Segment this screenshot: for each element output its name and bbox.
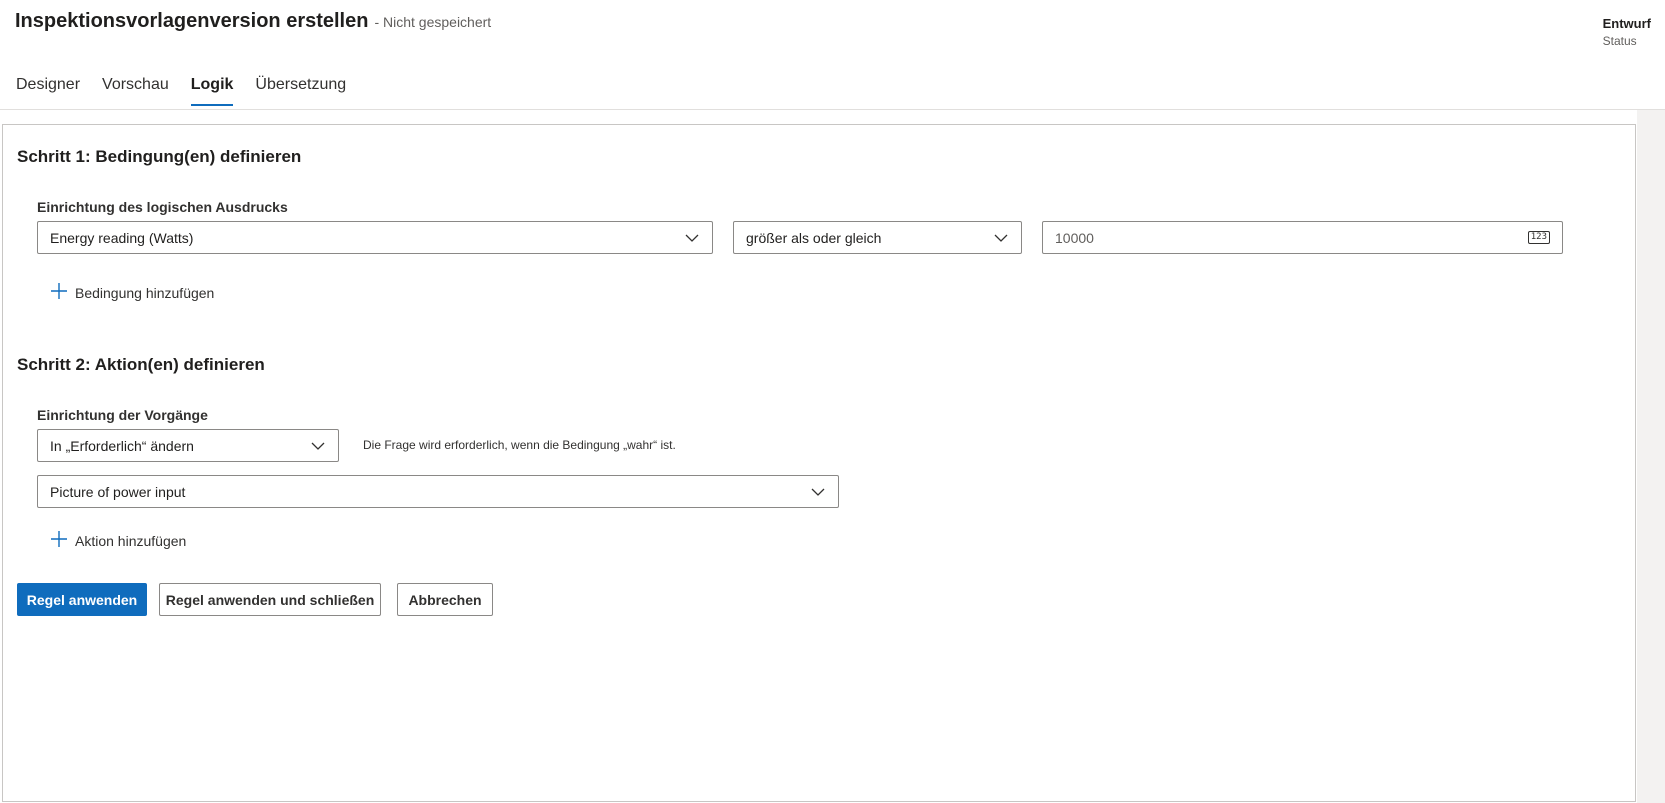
page-header: Inspektionsvorlagenversion erstellen - Ni… bbox=[0, 0, 1665, 110]
tab-logic[interactable]: Logik bbox=[190, 74, 234, 106]
question-dropdown-value: Energy reading (Watts) bbox=[50, 229, 194, 246]
page-title-text: Inspektionsvorlagenversion erstellen bbox=[15, 10, 369, 32]
status-label: Status bbox=[1602, 34, 1637, 48]
step1-title: Schritt 1: Bedingung(en) definieren bbox=[17, 147, 302, 166]
save-status: - Nicht gespeichert bbox=[374, 14, 492, 30]
add-icon bbox=[51, 283, 67, 302]
add-icon bbox=[51, 531, 67, 550]
action-helper-text: Die Frage wird erforderlich, wenn die Be… bbox=[363, 438, 676, 452]
apply-and-close-button[interactable]: Regel anwenden und schließen bbox=[159, 583, 381, 616]
step2-field-label: Einrichtung der Vorgänge bbox=[37, 407, 208, 423]
chevron-down-icon bbox=[310, 438, 326, 454]
logic-panel: Schritt 1: Bedingung(en) definieren Einr… bbox=[2, 124, 1636, 802]
chevron-down-icon bbox=[684, 230, 700, 246]
target-question-dropdown[interactable]: Picture of power input bbox=[37, 475, 839, 508]
add-action-button[interactable]: Aktion hinzufügen bbox=[51, 531, 186, 550]
action-dropdown-value: In „Erforderlich“ ändern bbox=[50, 437, 194, 454]
tab-translation[interactable]: Übersetzung bbox=[255, 74, 346, 106]
question-dropdown[interactable]: Energy reading (Watts) bbox=[37, 221, 713, 254]
add-condition-label: Bedingung hinzufügen bbox=[75, 284, 215, 301]
operator-dropdown[interactable]: größer als oder gleich bbox=[733, 221, 1022, 254]
add-action-label: Aktion hinzufügen bbox=[75, 532, 187, 549]
tab-preview[interactable]: Vorschau bbox=[102, 74, 169, 106]
value-input-text: 10000 bbox=[1055, 229, 1094, 246]
tab-bar: Designer Vorschau Logik Übersetzung bbox=[16, 74, 368, 106]
chevron-down-icon bbox=[810, 484, 826, 500]
action-dropdown[interactable]: In „Erforderlich“ ändern bbox=[37, 429, 339, 462]
apply-rule-button[interactable]: Regel anwenden bbox=[17, 583, 147, 616]
operator-dropdown-value: größer als oder gleich bbox=[746, 229, 882, 246]
page-title: Inspektionsvorlagenversion erstellen - Ni… bbox=[15, 10, 491, 33]
value-input[interactable]: 10000 123 bbox=[1042, 221, 1563, 254]
number-icon: 123 bbox=[1527, 231, 1550, 244]
add-condition-button[interactable]: Bedingung hinzufügen bbox=[51, 283, 214, 302]
cancel-button[interactable]: Abbrechen bbox=[397, 583, 493, 616]
chevron-down-icon bbox=[993, 230, 1009, 246]
step1-field-label: Einrichtung des logischen Ausdrucks bbox=[37, 199, 288, 215]
status-block: Entwurf Status bbox=[1603, 16, 1651, 48]
tab-designer[interactable]: Designer bbox=[16, 74, 80, 106]
target-question-value: Picture of power input bbox=[50, 483, 186, 500]
scrollbar-track[interactable] bbox=[1637, 110, 1665, 803]
status-value: Entwurf bbox=[1602, 16, 1651, 31]
step2-title: Schritt 2: Aktion(en) definieren bbox=[17, 355, 265, 374]
